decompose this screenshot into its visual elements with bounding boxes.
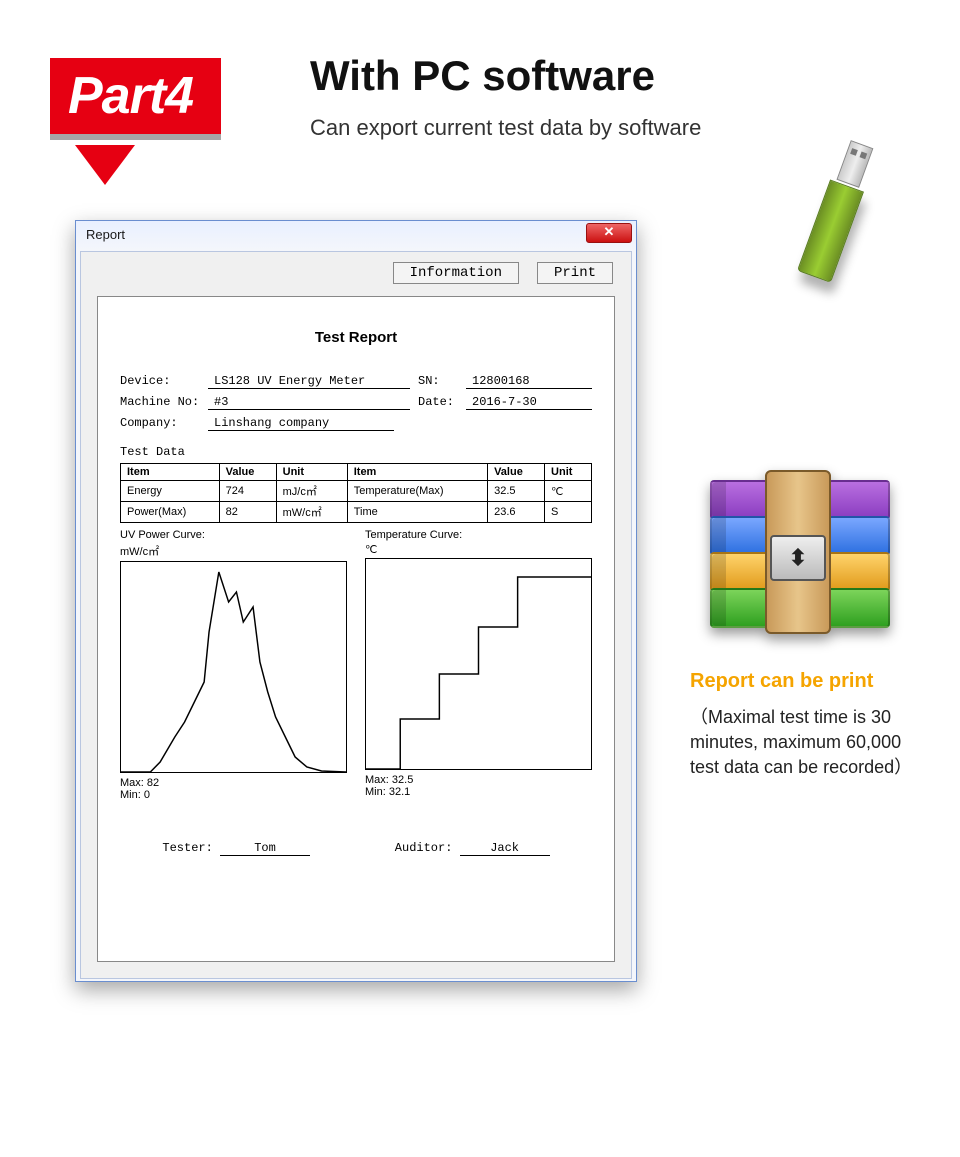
machine-label: Machine No: (120, 395, 200, 410)
min-value: 32.1 (389, 786, 410, 798)
section-test-data: Test Data (120, 445, 592, 459)
part-pointer-icon (75, 145, 135, 185)
max-value: 32.5 (392, 774, 413, 786)
machine-value: #3 (208, 395, 410, 410)
table-row: Power(Max) 82 mW/c㎡ Time 23.6 S (121, 502, 592, 523)
window-title: Report (86, 227, 125, 242)
date-value: 2016-7-30 (466, 395, 592, 410)
th: Value (488, 464, 545, 481)
chart-unit: ℃ (365, 543, 592, 556)
subheadline: Can export current test data by software (310, 115, 701, 141)
td: Time (347, 502, 487, 523)
td: 724 (219, 481, 276, 502)
print-body: （Maximal test time is 30 minutes, maximu… (690, 705, 925, 781)
td: ℃ (545, 481, 592, 502)
max-label: Max: (365, 774, 389, 786)
uv-power-chart: UV Power Curve: mW/c㎡ Max: 82 Min: 0 (120, 529, 347, 801)
print-heading: Report can be print (690, 670, 873, 693)
td: 82 (219, 502, 276, 523)
th: Value (219, 464, 276, 481)
part-badge: Part4 (50, 58, 221, 134)
print-button[interactable]: Print (537, 262, 613, 284)
report-title: Test Report (120, 329, 592, 346)
th: Item (347, 464, 487, 481)
td: mJ/c㎡ (276, 481, 347, 502)
min-label: Min: (365, 786, 386, 798)
max-value: 82 (147, 777, 159, 789)
auditor-label: Auditor: (395, 841, 453, 855)
test-data-table: Item Value Unit Item Value Unit Energy 7… (120, 463, 592, 523)
tester-value: Tom (220, 841, 310, 856)
td: S (545, 502, 592, 523)
sn-label: SN: (418, 374, 458, 389)
min-label: Min: (120, 789, 141, 801)
device-value: LS128 UV Energy Meter (208, 374, 410, 389)
titlebar: Report ✕ (76, 221, 636, 247)
company-label: Company: (120, 416, 200, 431)
information-button[interactable]: Information (393, 262, 519, 284)
max-label: Max: (120, 777, 144, 789)
temperature-curve-icon (366, 559, 591, 769)
device-label: Device: (120, 374, 200, 389)
usb-drive-icon (797, 138, 879, 283)
sn-value: 12800168 (466, 374, 592, 389)
th: Unit (545, 464, 592, 481)
chart-title: UV Power Curve: (120, 529, 347, 541)
min-value: 0 (144, 789, 150, 801)
company-value: Linshang company (208, 416, 394, 431)
tester-label: Tester: (162, 841, 212, 855)
td: Temperature(Max) (347, 481, 487, 502)
archive-icon: ⬍ (710, 480, 890, 624)
chart-title: Temperature Curve: (365, 529, 592, 541)
auditor-value: Jack (460, 841, 550, 856)
td: Energy (121, 481, 220, 502)
toolbar: Information Print (393, 262, 613, 284)
date-label: Date: (418, 395, 458, 410)
close-button[interactable]: ✕ (586, 223, 632, 243)
td: 32.5 (488, 481, 545, 502)
chart-unit: mW/c㎡ (120, 543, 347, 559)
table-row: Energy 724 mJ/c㎡ Temperature(Max) 32.5 ℃ (121, 481, 592, 502)
report-paper: Test Report Device: LS128 UV Energy Mete… (97, 296, 615, 962)
signatures: Tester: Tom Auditor: Jack (120, 841, 592, 856)
td: 23.6 (488, 502, 545, 523)
td: Power(Max) (121, 502, 220, 523)
report-meta: Device: LS128 UV Energy Meter SN: 128001… (120, 374, 592, 431)
table-header-row: Item Value Unit Item Value Unit (121, 464, 592, 481)
headline: With PC software (310, 52, 655, 100)
temperature-chart: Temperature Curve: ℃ Max: 32.5 Min: 32.1 (365, 529, 592, 801)
report-window: Report ✕ Information Print Test Report D… (75, 220, 637, 982)
td: mW/c㎡ (276, 502, 347, 523)
th: Unit (276, 464, 347, 481)
uv-power-curve-icon (121, 562, 346, 772)
th: Item (121, 464, 220, 481)
